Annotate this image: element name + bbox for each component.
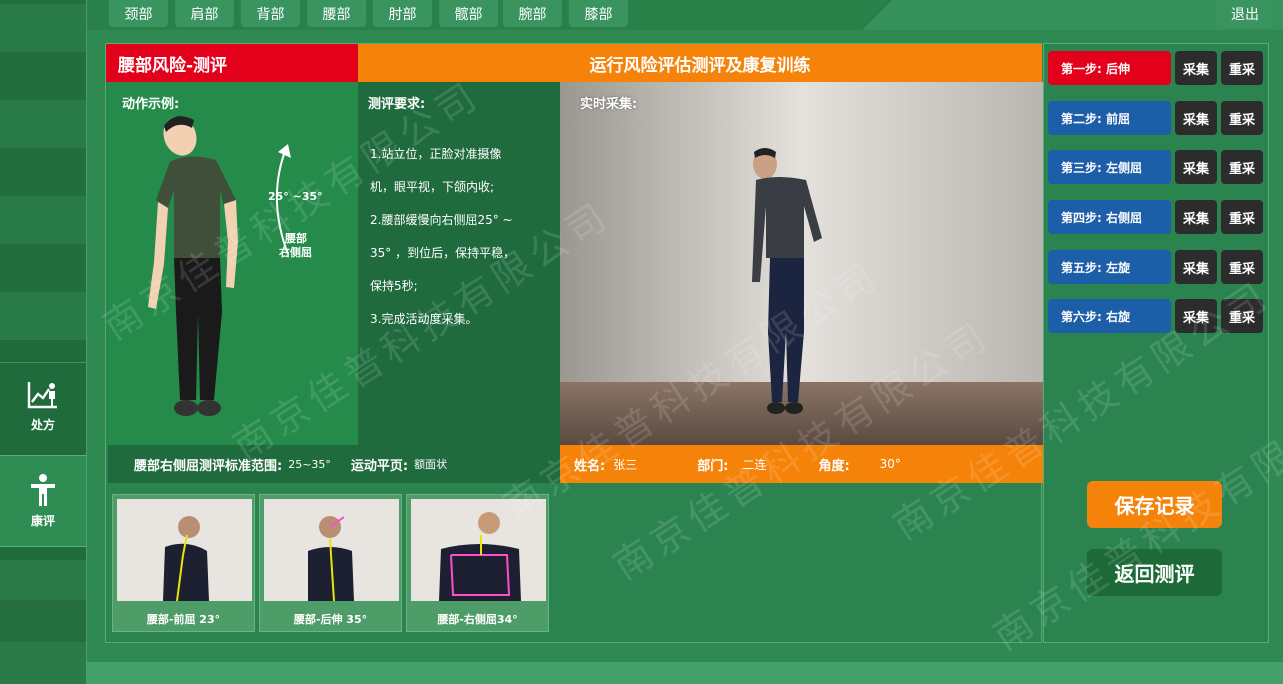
step-row: 第一步: 后伸 采集 重采 (1048, 51, 1266, 85)
tab-neck[interactable]: 颈部 (109, 0, 168, 27)
redo-button[interactable]: 重采 (1221, 51, 1263, 85)
standard-label: 腰部右侧屈测评标准范围: (134, 458, 283, 474)
standard-range-bar: 腰部右侧屈测评标准范围: 25~35° 运动平页: 额面状 (108, 445, 560, 483)
sidebar: 处方 康评 (0, 0, 87, 684)
thumbnail-figure (308, 516, 354, 601)
sidebar-item-label: 康评 (30, 513, 55, 528)
step-row: 第二步: 前屈 采集 重采 (1048, 101, 1266, 135)
thumbnail-image (264, 499, 399, 601)
thumbnail-caption: 腰部-右侧屈34° (437, 613, 518, 626)
redo-button[interactable]: 重采 (1221, 150, 1263, 184)
subject-info-bar: 姓名: 张三 部门: 二连 角度: 30° (560, 445, 1043, 483)
thumbnail-figure (439, 512, 521, 601)
tab-elbow[interactable]: 肘部 (373, 0, 432, 27)
assessment-panel: 腰部风险-测评 运行风险评估测评及康复训练 动作示例: 25° ~35° 腰部 … (105, 43, 1043, 643)
sidebar-item-label: 处方 (30, 418, 55, 432)
section-title: 腰部风险-测评 (106, 44, 358, 82)
capture-thumbnail[interactable]: 腰部-前屈 23° (112, 494, 255, 632)
tab-label: 腰部 (322, 7, 351, 23)
tab-label: 肩部 (190, 7, 219, 23)
sidebar-decor-top (0, 0, 86, 340)
demo-example: 动作示例: 25° ~35° 腰部 右侧屈 (108, 82, 358, 445)
step-row: 第六步: 右旋 采集 重采 (1048, 299, 1266, 333)
tab-label: 髋部 (454, 7, 483, 23)
angle-label: 角度: (818, 458, 850, 474)
requirements-list: 1.站立位，正脸对准摄像 机，眼平视，下颌内收; 2.腰部缓慢向右侧屈25° ~… (370, 138, 555, 336)
back-to-assessment-button[interactable]: 返回测评 (1087, 549, 1222, 596)
angle-value: 30° (879, 457, 901, 471)
name-value: 张三 (613, 457, 638, 472)
step-row: 第四步: 右侧屈 采集 重采 (1048, 200, 1266, 234)
chart-person-icon (27, 382, 57, 409)
page-title: 运行风险评估测评及康复训练 (358, 44, 1042, 82)
dept-label: 部门: (697, 458, 729, 474)
step-row: 第五步: 左旋 采集 重采 (1048, 250, 1266, 284)
tab-knee[interactable]: 膝部 (569, 0, 628, 27)
plane-label: 运动平页: (350, 458, 409, 474)
tab-waist[interactable]: 腰部 (307, 0, 366, 27)
requirement-line: 3.完成活动度采集。 (370, 312, 478, 326)
step-button-5[interactable]: 第五步: 左旋 (1048, 250, 1171, 284)
thumbnail-figure (163, 516, 209, 601)
step-button-6[interactable]: 第六步: 右旋 (1048, 299, 1171, 333)
redo-button[interactable]: 重采 (1221, 101, 1263, 135)
collect-button[interactable]: 采集 (1175, 200, 1217, 234)
save-record-button[interactable]: 保存记录 (1087, 481, 1222, 528)
tab-label: 膝部 (584, 7, 613, 23)
nav-decor (827, 0, 927, 30)
redo-button[interactable]: 重采 (1221, 299, 1263, 333)
tab-shoulder[interactable]: 肩部 (175, 0, 234, 27)
tab-label: 背部 (256, 7, 285, 23)
live-capture-view: 实时采集: (560, 82, 1043, 445)
tab-label: 颈部 (124, 7, 153, 23)
step-button-3[interactable]: 第三步: 左侧屈 (1048, 150, 1171, 184)
requirement-line: 2.腰部缓慢向右侧屈25° ~ (370, 213, 513, 227)
capture-thumbnail[interactable]: 腰部-右侧屈34° (406, 494, 549, 632)
requirement-line: 机，眼平视，下颌内收; (370, 180, 495, 194)
capture-thumbnail[interactable]: 腰部-后伸 35° (259, 494, 402, 632)
angle-range-label: 25° ~35° (268, 190, 323, 203)
collect-button[interactable]: 采集 (1175, 101, 1217, 135)
tab-hip[interactable]: 髋部 (439, 0, 498, 27)
collect-button[interactable]: 采集 (1175, 51, 1217, 85)
step-button-4[interactable]: 第四步: 右侧屈 (1048, 200, 1171, 234)
tab-label: 腕部 (518, 7, 547, 23)
requirements-label: 测评要求: (368, 97, 426, 112)
person-icon (31, 473, 55, 506)
collect-button[interactable]: 采集 (1175, 299, 1217, 333)
dept-value: 二连 (742, 457, 767, 472)
demo-figure-illustration (148, 116, 291, 416)
top-nav: 颈部 肩部 背部 腰部 肘部 髋部 腕部 膝部 退出 (87, 0, 1283, 30)
angle-caption: 右侧屈 (279, 246, 312, 259)
requirement-line: 35° ，到位后，保持平稳， (370, 246, 516, 260)
thumbnail-image (411, 499, 546, 601)
collect-button[interactable]: 采集 (1175, 150, 1217, 184)
plane-value: 额面状 (414, 458, 448, 471)
name-label: 姓名: (574, 458, 606, 474)
exit-button[interactable]: 退出 (1217, 0, 1273, 27)
bottom-strip (87, 662, 1283, 684)
exit-label: 退出 (1231, 7, 1259, 23)
thumbnail-caption: 腰部-前屈 23° (146, 613, 221, 626)
collect-button[interactable]: 采集 (1175, 250, 1217, 284)
sidebar-item-assess[interactable]: 康评 (0, 455, 86, 547)
tab-back[interactable]: 背部 (241, 0, 300, 27)
tab-label: 肘部 (388, 7, 417, 23)
sidebar-item-prescription[interactable]: 处方 (0, 362, 86, 450)
camera-feed-image (560, 82, 1043, 445)
requirement-line: 1.站立位，正脸对准摄像 (370, 147, 502, 161)
requirement-line: 保持5秒; (370, 279, 418, 293)
sidebar-decor-bottom (0, 560, 86, 684)
step-button-2[interactable]: 第二步: 前屈 (1048, 101, 1171, 135)
redo-button[interactable]: 重采 (1221, 200, 1263, 234)
redo-button[interactable]: 重采 (1221, 250, 1263, 284)
standard-range: 25~35° (288, 457, 331, 471)
step-row: 第三步: 左侧屈 采集 重采 (1048, 150, 1266, 184)
live-capture-label: 实时采集: (580, 97, 638, 112)
requirements-box: 测评要求: 1.站立位，正脸对准摄像 机，眼平视，下颌内收; 2.腰部缓慢向右侧… (358, 82, 560, 445)
thumbnail-image (117, 499, 252, 601)
thumbnail-caption: 腰部-后伸 35° (293, 613, 368, 626)
step-button-1[interactable]: 第一步: 后伸 (1048, 51, 1171, 85)
tab-wrist[interactable]: 腕部 (503, 0, 562, 27)
